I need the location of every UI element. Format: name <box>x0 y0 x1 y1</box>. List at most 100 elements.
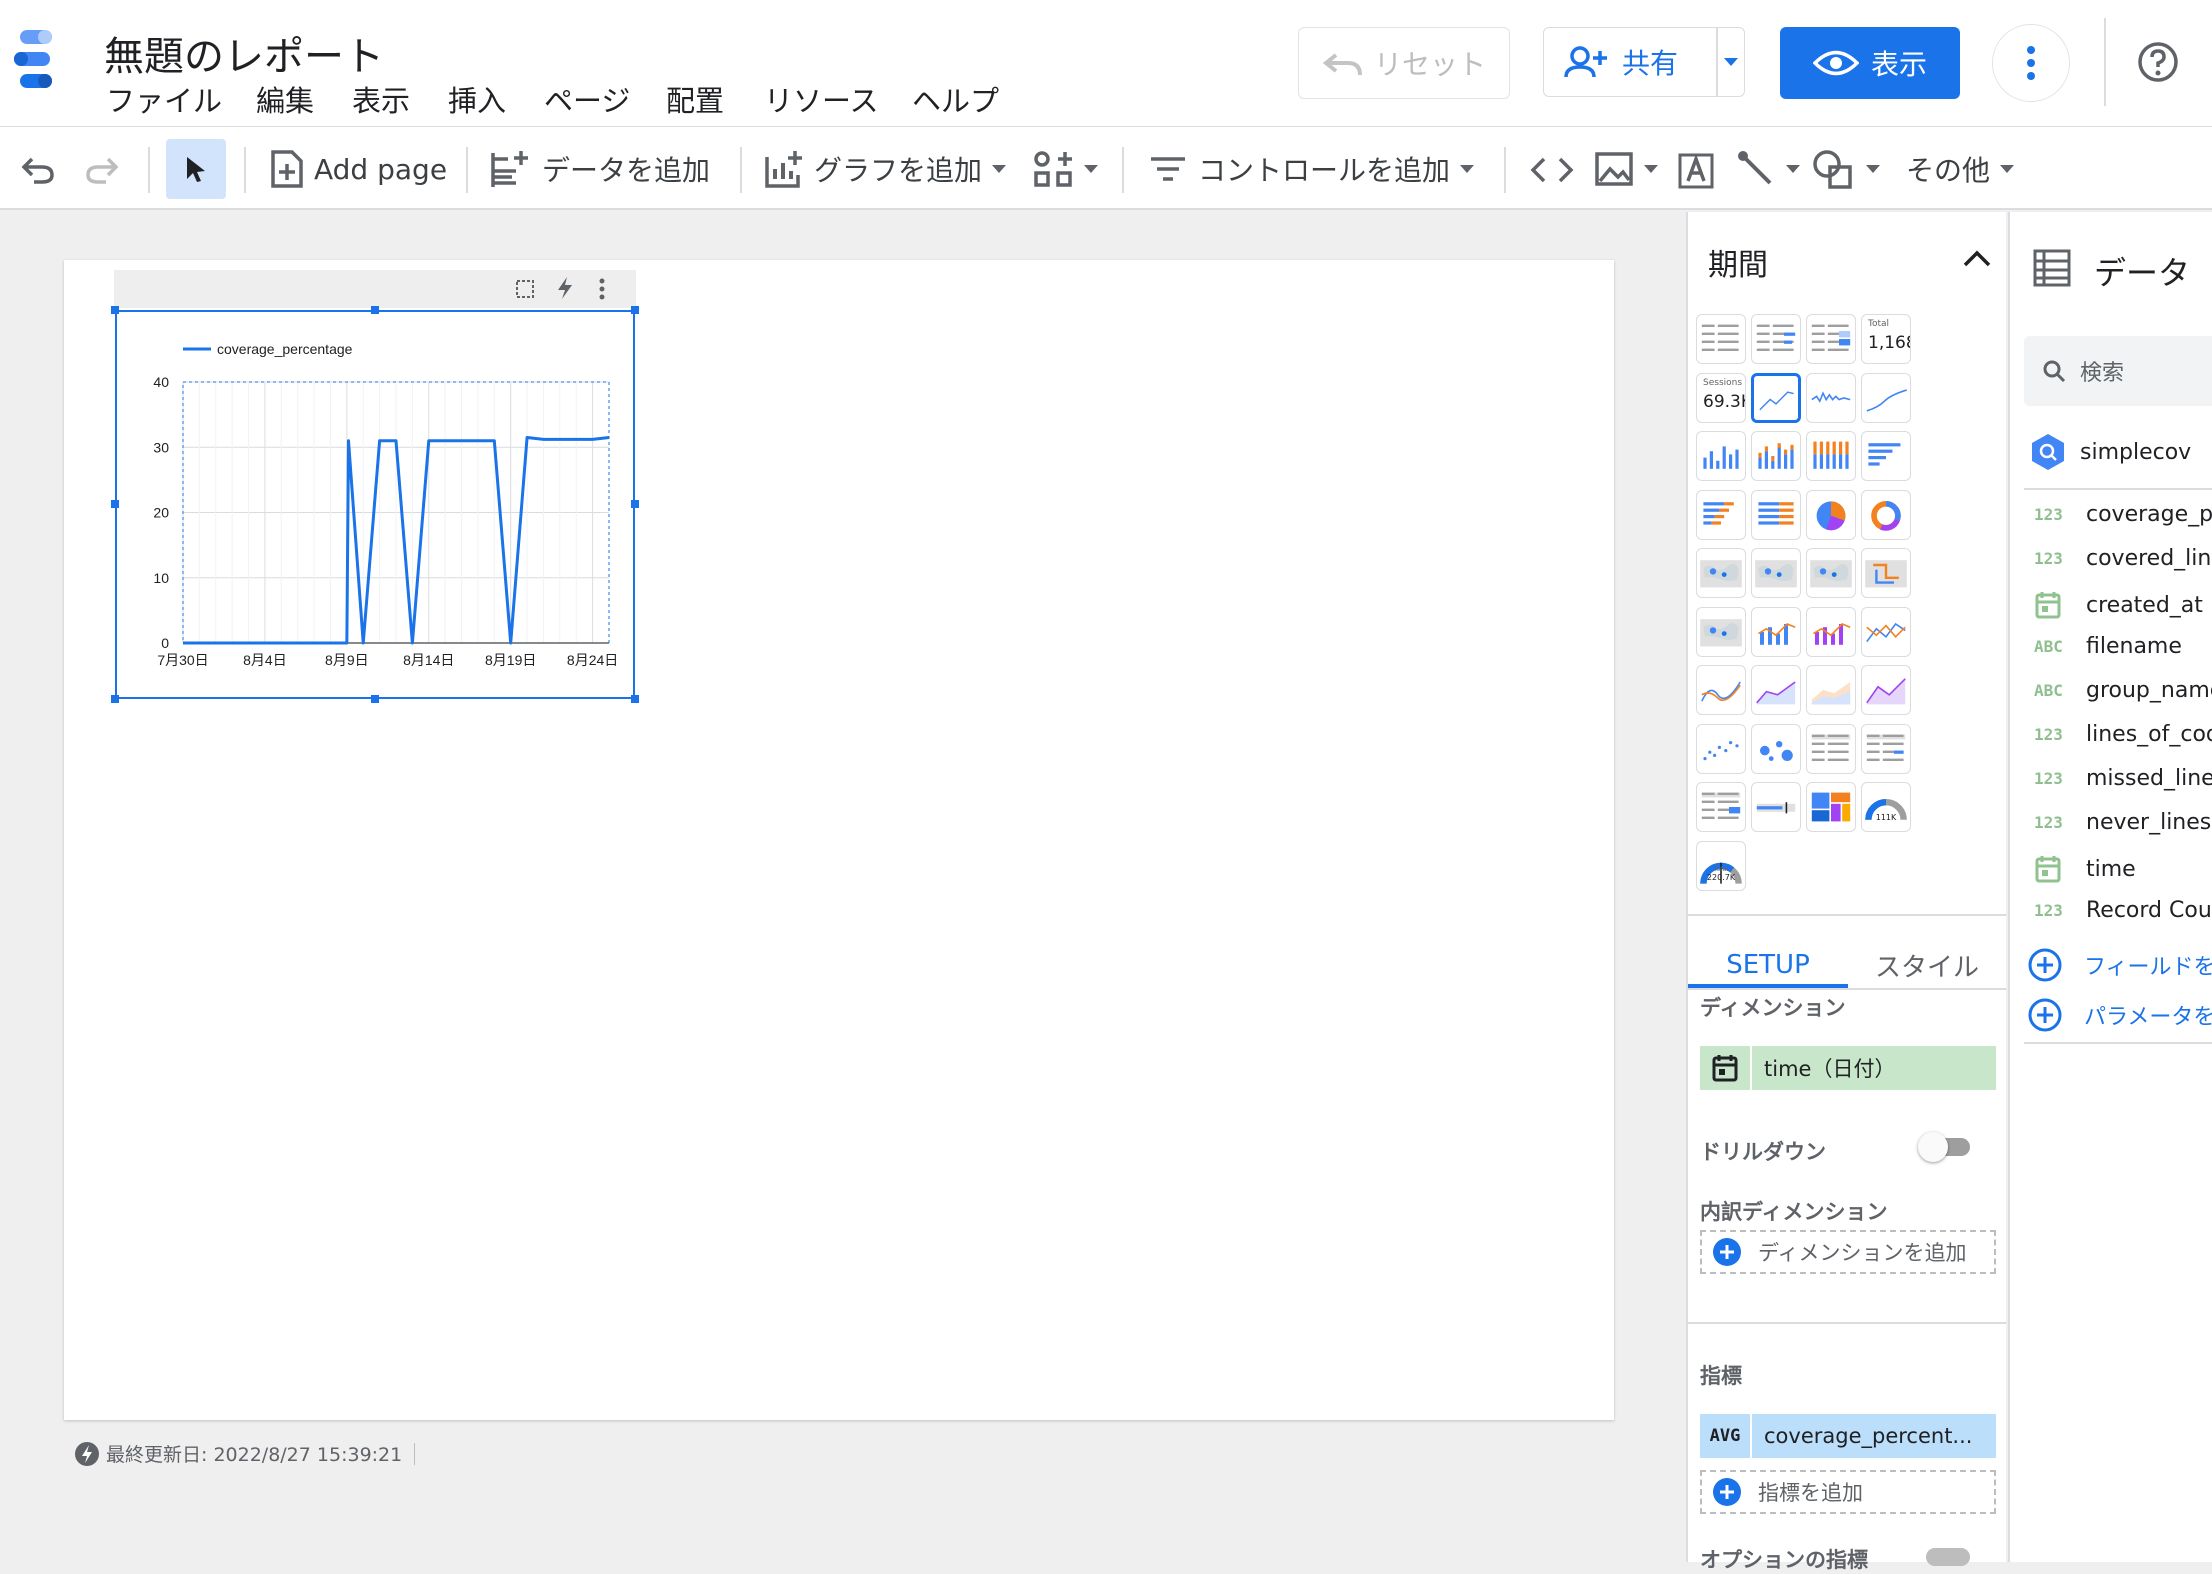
select-tool-button[interactable] <box>166 139 226 199</box>
field-item[interactable]: ABC group_name <box>2034 678 2212 703</box>
report-canvas[interactable]: coverage_percentage 0 10 20 30 40 7月30日 8月4日 8月9… <box>64 260 1614 1420</box>
code-embed-icon[interactable] <box>1530 155 1574 185</box>
reset-button[interactable]: リセット <box>1298 27 1510 99</box>
chart-type-map-geo[interactable] <box>1751 548 1801 598</box>
chart-type-smooth[interactable] <box>1861 372 1911 423</box>
field-item[interactable]: 123 lines_of_code <box>2034 722 2212 747</box>
add-dimension-button[interactable]: ディメンションを追加 <box>1700 1230 1996 1274</box>
field-search-input[interactable]: 検索 <box>2024 336 2212 406</box>
field-item[interactable]: 123 Record Count <box>2034 898 2212 923</box>
chart-type-smooth2[interactable] <box>1696 665 1746 715</box>
metric-chip[interactable]: AVG coverage_percent... <box>1700 1414 1996 1458</box>
chart-type-scorecard[interactable]: Sessions 69.3K <box>1696 372 1746 423</box>
share-button[interactable]: 共有 <box>1543 27 1745 97</box>
menu-item[interactable]: ヘルプ <box>912 78 999 120</box>
more-tools-button[interactable]: その他 <box>1906 139 2015 199</box>
chart-type-col-100[interactable] <box>1806 431 1856 481</box>
field-item[interactable]: ABC filename <box>2034 634 2182 659</box>
lightning-icon[interactable] <box>556 276 574 300</box>
chart-type-line[interactable] <box>1751 372 1801 423</box>
chart-type-scatter[interactable] <box>1696 723 1746 774</box>
more-vert-icon[interactable] <box>598 277 606 301</box>
view-button[interactable]: 表示 <box>1780 27 1960 99</box>
chevron-up-icon[interactable] <box>1962 248 1992 268</box>
chart-type-treemap[interactable] <box>1806 782 1856 832</box>
field-item[interactable]: 123 never_lines <box>2034 810 2211 835</box>
menu-item[interactable]: 挿入 <box>448 78 506 120</box>
menu-item[interactable]: 表示 <box>352 78 410 120</box>
chart-type-area-stack[interactable] <box>1806 665 1856 715</box>
chart-type-gauge[interactable]: 111K <box>1861 782 1911 832</box>
chart-type-map-bubble[interactable] <box>1696 548 1746 598</box>
resize-handle[interactable] <box>631 306 639 314</box>
chart-type-pie[interactable] <box>1806 489 1856 540</box>
drilldown-toggle[interactable] <box>1918 1128 1974 1164</box>
chart-type-pivot-bars[interactable] <box>1861 723 1911 774</box>
chart-type-col[interactable] <box>1696 431 1746 481</box>
resize-handle[interactable] <box>111 500 119 508</box>
chart-type-combo[interactable] <box>1751 606 1801 657</box>
chart-type-area-100[interactable] <box>1861 665 1911 715</box>
menu-item[interactable]: リソース <box>764 78 879 120</box>
insert-image-button[interactable] <box>1594 139 1658 199</box>
chart-type-sparkline[interactable] <box>1806 372 1856 423</box>
field-item[interactable]: time <box>2034 854 2136 884</box>
menu-item[interactable]: ページ <box>544 78 630 120</box>
chart-type-table[interactable] <box>1696 314 1746 364</box>
optional-metric-toggle[interactable] <box>1926 1548 1970 1566</box>
field-item[interactable]: 123 covered_lines <box>2034 546 2212 571</box>
add-page-button[interactable]: Add page <box>270 139 447 199</box>
add-data-button[interactable]: データを追加 <box>490 139 710 199</box>
chart-type-scorecard[interactable]: Total 1,168 <box>1861 314 1911 364</box>
data-studio-logo[interactable] <box>14 30 56 92</box>
resize-handle[interactable] <box>631 695 639 703</box>
text-box-icon[interactable] <box>1676 151 1716 191</box>
add-parameter-button[interactable]: パラメータを追加 <box>2028 998 2212 1032</box>
resize-handle[interactable] <box>111 695 119 703</box>
chart-type-line2[interactable] <box>1861 606 1911 657</box>
undo-icon[interactable] <box>20 155 56 185</box>
chart-type-col-stack[interactable] <box>1751 431 1801 481</box>
chart-type-pivot[interactable] <box>1806 723 1856 774</box>
share-dropdown-button[interactable] <box>1718 58 1745 66</box>
report-title[interactable]: 無題のレポート <box>104 24 384 82</box>
add-chart-button[interactable]: グラフを追加 <box>764 139 1007 199</box>
time-series-chart[interactable]: coverage_percentage 0 10 20 30 40 7月30日 8月4日 8月9… <box>115 310 635 699</box>
menu-item[interactable]: 配置 <box>666 78 724 120</box>
insert-shape-button[interactable] <box>1812 139 1880 199</box>
chart-type-map-world[interactable] <box>1696 606 1746 657</box>
resize-handle[interactable] <box>631 500 639 508</box>
chart-type-map-fill[interactable] <box>1806 548 1856 598</box>
chart-type-donut[interactable] <box>1861 489 1911 540</box>
select-area-icon[interactable] <box>514 278 536 300</box>
resize-handle[interactable] <box>371 306 379 314</box>
metric-aggregation[interactable]: AVG <box>1700 1426 1750 1446</box>
add-field-button[interactable]: フィールドを追加 <box>2028 948 2212 982</box>
field-item[interactable]: 123 coverage_percentage <box>2034 502 2212 527</box>
more-options-button[interactable] <box>1992 24 2070 102</box>
chart-type-bar-100[interactable] <box>1751 489 1801 540</box>
data-source-item[interactable]: simplecov <box>2028 432 2191 472</box>
add-metric-button[interactable]: 指標を追加 <box>1700 1470 1996 1514</box>
chart-type-table-heat[interactable] <box>1806 314 1856 364</box>
resize-handle[interactable] <box>371 695 379 703</box>
dimension-chip[interactable]: time（日付） <box>1700 1046 1996 1090</box>
chart-type-bubble[interactable] <box>1751 723 1801 774</box>
chart-type-bullet[interactable] <box>1751 782 1801 832</box>
chart-type-map-line[interactable] <box>1861 548 1911 598</box>
chart-type-pivot-heat[interactable] <box>1696 782 1746 832</box>
add-control-button[interactable]: コントロールを追加 <box>1148 139 1475 199</box>
chart-type-bar-stack[interactable] <box>1696 489 1746 540</box>
menu-item[interactable]: 編集 <box>256 78 314 120</box>
chart-type-gauge2[interactable]: Total 220.7K <box>1696 840 1746 891</box>
chart-type-combo-stack[interactable] <box>1806 606 1856 657</box>
chart-type-area[interactable] <box>1751 665 1801 715</box>
field-item[interactable]: 123 missed_lines <box>2034 766 2212 791</box>
add-component-button[interactable] <box>1032 139 1098 199</box>
chart-type-table-bars[interactable] <box>1751 314 1801 364</box>
chart-type-bar[interactable] <box>1861 431 1911 481</box>
help-icon[interactable] <box>2136 40 2180 84</box>
insert-line-button[interactable] <box>1736 139 1800 199</box>
resize-handle[interactable] <box>111 306 119 314</box>
menu-item[interactable]: ファイル <box>106 78 222 120</box>
